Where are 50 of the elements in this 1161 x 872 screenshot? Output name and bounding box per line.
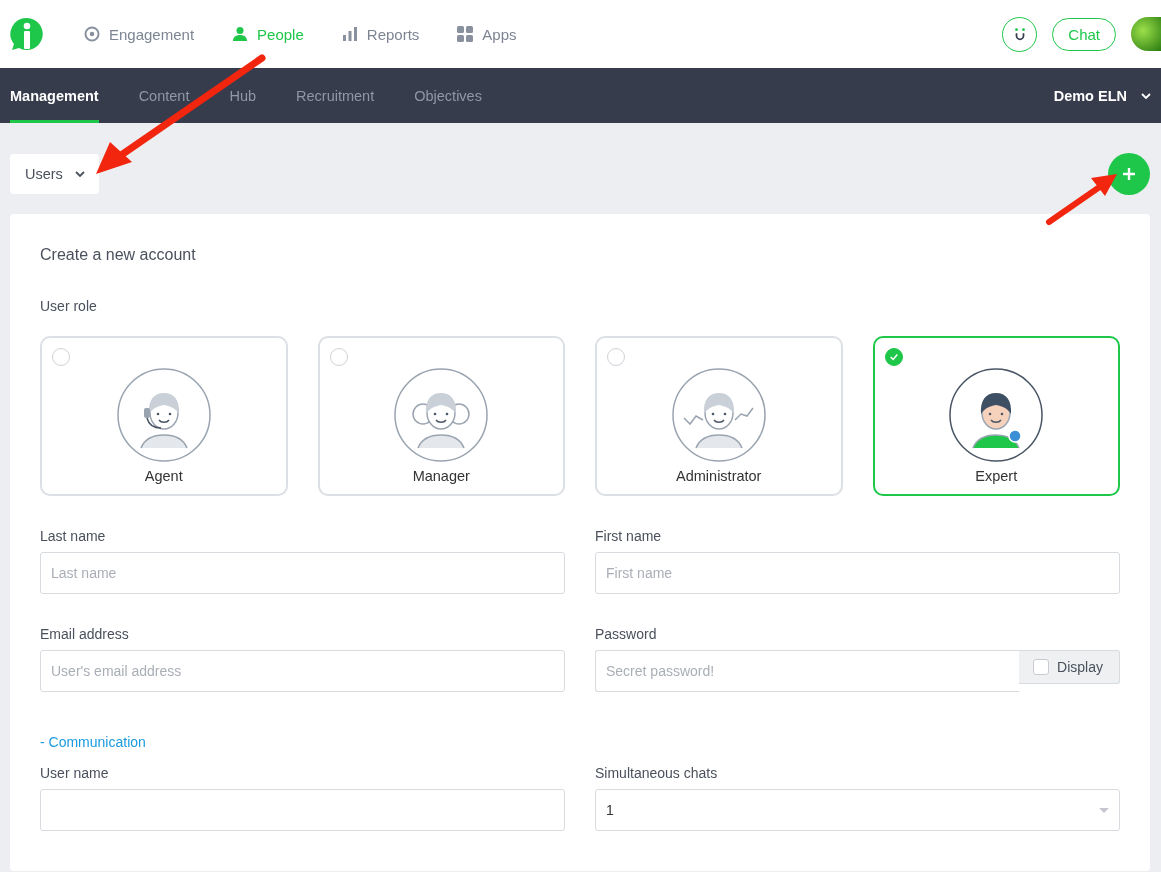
user-avatar-icon [116, 368, 211, 462]
person-icon [232, 26, 249, 42]
group-avatar-icon [394, 368, 489, 462]
field-label: Email address [40, 626, 130, 642]
field-label: Last name [40, 528, 107, 544]
nav-tab[interactable]: Objectives [414, 68, 482, 123]
role-option[interactable]: Agent [40, 336, 288, 496]
role-option[interactable]: Expert [872, 336, 1120, 496]
field-label: User name [40, 765, 110, 781]
caret-icon [1099, 807, 1109, 813]
chevron-icon [1141, 92, 1151, 99]
user-avatar-icon [949, 368, 1044, 462]
nav-tab[interactable]: Content [138, 68, 190, 123]
field-label: Simultaneous chats [595, 765, 719, 781]
target-icon [84, 26, 100, 42]
account-dropdown[interactable]: Demo ELN [1053, 68, 1151, 123]
nav-link[interactable]: People [232, 25, 304, 43]
role-option[interactable]: Administrator [595, 336, 843, 496]
role-option[interactable]: Manager [317, 336, 565, 496]
password-field[interactable]: Secret password! [595, 650, 1020, 692]
chat-button[interactable]: Chat [1052, 17, 1116, 51]
display-toggle[interactable]: Display [1019, 650, 1120, 684]
add-button[interactable] [1108, 153, 1150, 195]
select-field[interactable]: 1 [595, 789, 1120, 831]
nav-link[interactable]: Apps [457, 25, 517, 43]
nav-link[interactable]: Reports [341, 25, 420, 43]
nav-tab[interactable]: Recruitment [296, 68, 375, 123]
input-field[interactable]: Last name [40, 552, 565, 594]
avatar[interactable] [1131, 17, 1161, 51]
section-link[interactable]: - Communication [40, 734, 146, 750]
field-label: Password [595, 626, 658, 642]
field-label: User role [40, 298, 98, 314]
field-label: First name [595, 528, 663, 544]
bar-chart-icon [341, 26, 358, 42]
section-dropdown[interactable]: Users [10, 154, 99, 194]
smiley-icon [1012, 27, 1027, 41]
logo-icon [10, 17, 44, 51]
nav-link[interactable]: Engagement [84, 25, 195, 43]
nav-tab[interactable]: Hub [229, 68, 257, 123]
grid-icon [457, 26, 474, 42]
smiley-button[interactable] [1002, 16, 1038, 52]
radio-icon [884, 348, 903, 366]
nav-tab[interactable]: Management [10, 68, 99, 123]
input-field[interactable] [40, 789, 565, 831]
chevron-icon [74, 171, 85, 177]
user-avatar-icon [671, 368, 766, 462]
form-title: Create a new account [40, 246, 197, 264]
input-field[interactable]: First name [595, 552, 1120, 594]
input-field[interactable]: User's email address [40, 650, 565, 692]
plus-icon [1122, 167, 1136, 181]
